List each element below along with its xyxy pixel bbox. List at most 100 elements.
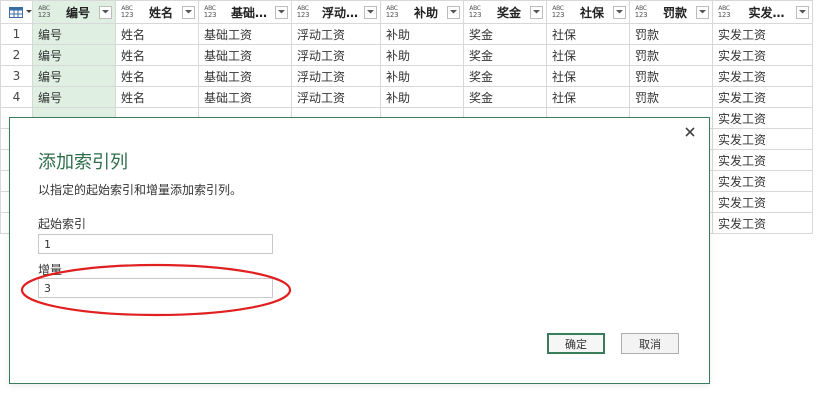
increment-label: 增量 bbox=[38, 263, 63, 277]
table-cell[interactable]: 姓名 bbox=[115, 44, 199, 66]
table-cell[interactable]: 浮动工资 bbox=[291, 86, 381, 108]
column-header[interactable]: ABC 123 社保 bbox=[546, 0, 630, 24]
table-cell[interactable]: 补助 bbox=[380, 23, 464, 45]
table-cell[interactable]: 实发工资 bbox=[712, 170, 813, 192]
table-cell[interactable]: 社保 bbox=[546, 23, 630, 45]
chevron-down-icon[interactable] bbox=[99, 5, 112, 19]
type-abc123-icon: ABC 123 bbox=[468, 5, 482, 19]
table-cell[interactable]: 罚款 bbox=[629, 23, 713, 45]
table-row: 2 编号 姓名 基础工资 浮动工资 补助 奖金 社保 罚款 实发工资 bbox=[0, 44, 813, 66]
row-number[interactable]: 4 bbox=[0, 86, 33, 108]
table-cell[interactable]: 姓名 bbox=[115, 86, 199, 108]
type-abc123-icon: ABC 123 bbox=[385, 5, 399, 19]
table-cell[interactable]: 罚款 bbox=[629, 65, 713, 87]
table-cell[interactable]: 姓名 bbox=[115, 65, 199, 87]
table-cell[interactable]: 编号 bbox=[32, 65, 116, 87]
column-header[interactable]: ABC 123 编号 bbox=[32, 0, 116, 24]
ok-button[interactable]: 确定 bbox=[547, 333, 605, 354]
column-header[interactable]: ABC 123 奖金 bbox=[463, 0, 547, 24]
increment-input[interactable] bbox=[38, 278, 273, 298]
row-number[interactable]: 2 bbox=[0, 44, 33, 66]
header-row: ABC 123 编号 ABC 123 姓名 ABC 123 基础… ABC 123 浮动… ABC 123… bbox=[0, 0, 813, 24]
column-header-label: 浮动… bbox=[321, 5, 358, 20]
column-header-label: 姓名 bbox=[148, 5, 173, 20]
column-header[interactable]: ABC 123 基础… bbox=[198, 0, 292, 24]
chevron-down-icon[interactable] bbox=[364, 5, 377, 19]
table-row: 3 编号 姓名 基础工资 浮动工资 补助 奖金 社保 罚款 实发工资 bbox=[0, 65, 813, 87]
cancel-button[interactable]: 取消 bbox=[621, 333, 679, 354]
table-cell[interactable]: 实发工资 bbox=[712, 128, 813, 150]
column-header-label: 实发… bbox=[748, 5, 785, 20]
table-row: 1 编号 姓名 基础工资 浮动工资 补助 奖金 社保 罚款 实发工资 bbox=[0, 23, 813, 45]
table-cell[interactable]: 补助 bbox=[380, 65, 464, 87]
table-cell[interactable]: 实发工资 bbox=[712, 86, 813, 108]
table-cell[interactable]: 实发工资 bbox=[712, 212, 813, 234]
column-header[interactable]: ABC 123 补助 bbox=[380, 0, 464, 24]
table-cell[interactable]: 罚款 bbox=[629, 44, 713, 66]
table-cell[interactable]: 编号 bbox=[32, 86, 116, 108]
type-abc123-icon: ABC 123 bbox=[717, 5, 731, 19]
close-icon[interactable] bbox=[683, 125, 697, 139]
table-cell[interactable]: 编号 bbox=[32, 44, 116, 66]
row-number[interactable]: 1 bbox=[0, 23, 33, 45]
table-cell[interactable]: 浮动工资 bbox=[291, 44, 381, 66]
table-cell[interactable]: 基础工资 bbox=[198, 23, 292, 45]
table-cell[interactable]: 基础工资 bbox=[198, 44, 292, 66]
dialog-title: 添加索引列 bbox=[38, 152, 128, 173]
table-cell[interactable]: 罚款 bbox=[629, 86, 713, 108]
column-header-label: 补助 bbox=[413, 5, 438, 20]
table-cell[interactable]: 姓名 bbox=[115, 23, 199, 45]
chevron-down-icon bbox=[26, 10, 32, 13]
table-cell[interactable]: 奖金 bbox=[463, 44, 547, 66]
column-header[interactable]: ABC 123 姓名 bbox=[115, 0, 199, 24]
chevron-down-icon[interactable] bbox=[696, 5, 709, 19]
table-icon bbox=[9, 6, 23, 18]
add-index-column-dialog: 添加索引列 以指定的起始索引和增量添加索引列。 起始索引 增量 确定 取消 bbox=[9, 117, 710, 384]
row-number[interactable]: 3 bbox=[0, 65, 33, 87]
column-header[interactable]: ABC 123 浮动… bbox=[291, 0, 381, 24]
table-row: 4 编号 姓名 基础工资 浮动工资 补助 奖金 社保 罚款 实发工资 bbox=[0, 86, 813, 108]
type-abc123-icon: ABC 123 bbox=[296, 5, 310, 19]
column-header[interactable]: ABC 123 实发… bbox=[712, 0, 813, 24]
table-cell[interactable]: 奖金 bbox=[463, 65, 547, 87]
start-index-input[interactable] bbox=[38, 234, 273, 254]
table-cell[interactable]: 实发工资 bbox=[712, 191, 813, 213]
chevron-down-icon[interactable] bbox=[530, 5, 543, 19]
chevron-down-icon[interactable] bbox=[447, 5, 460, 19]
table-cell[interactable]: 编号 bbox=[32, 23, 116, 45]
column-header-label: 基础… bbox=[230, 5, 267, 20]
table-cell[interactable]: 实发工资 bbox=[712, 107, 813, 129]
table-cell[interactable]: 补助 bbox=[380, 86, 464, 108]
table-cell[interactable]: 实发工资 bbox=[712, 23, 813, 45]
table-cell[interactable]: 实发工资 bbox=[712, 65, 813, 87]
table-cell[interactable]: 补助 bbox=[380, 44, 464, 66]
column-header-label: 罚款 bbox=[662, 5, 687, 20]
chevron-down-icon[interactable] bbox=[796, 5, 809, 19]
type-abc123-icon: ABC 123 bbox=[120, 5, 134, 19]
type-abc123-icon: ABC 123 bbox=[634, 5, 648, 19]
table-cell[interactable]: 浮动工资 bbox=[291, 65, 381, 87]
table-corner-menu[interactable] bbox=[0, 0, 33, 24]
dialog-description: 以指定的起始索引和增量添加索引列。 bbox=[38, 183, 243, 197]
column-header[interactable]: ABC 123 罚款 bbox=[629, 0, 713, 24]
column-header-label: 社保 bbox=[579, 5, 604, 20]
chevron-down-icon[interactable] bbox=[275, 5, 288, 19]
start-index-label: 起始索引 bbox=[38, 217, 87, 231]
column-header-label: 奖金 bbox=[496, 5, 521, 20]
table-cell[interactable]: 奖金 bbox=[463, 23, 547, 45]
table-cell[interactable]: 奖金 bbox=[463, 86, 547, 108]
type-abc123-icon: ABC 123 bbox=[203, 5, 217, 19]
table-cell[interactable]: 社保 bbox=[546, 86, 630, 108]
table-cell[interactable]: 实发工资 bbox=[712, 44, 813, 66]
table-cell[interactable]: 实发工资 bbox=[712, 149, 813, 171]
table-cell[interactable]: 社保 bbox=[546, 44, 630, 66]
chevron-down-icon[interactable] bbox=[182, 5, 195, 19]
table-cell[interactable]: 社保 bbox=[546, 65, 630, 87]
column-header-label: 编号 bbox=[65, 5, 90, 20]
table-cell[interactable]: 浮动工资 bbox=[291, 23, 381, 45]
type-abc123-icon: ABC 123 bbox=[551, 5, 565, 19]
table-cell[interactable]: 基础工资 bbox=[198, 86, 292, 108]
table-cell[interactable]: 基础工资 bbox=[198, 65, 292, 87]
chevron-down-icon[interactable] bbox=[613, 5, 626, 19]
type-abc123-icon: ABC 123 bbox=[37, 5, 51, 19]
